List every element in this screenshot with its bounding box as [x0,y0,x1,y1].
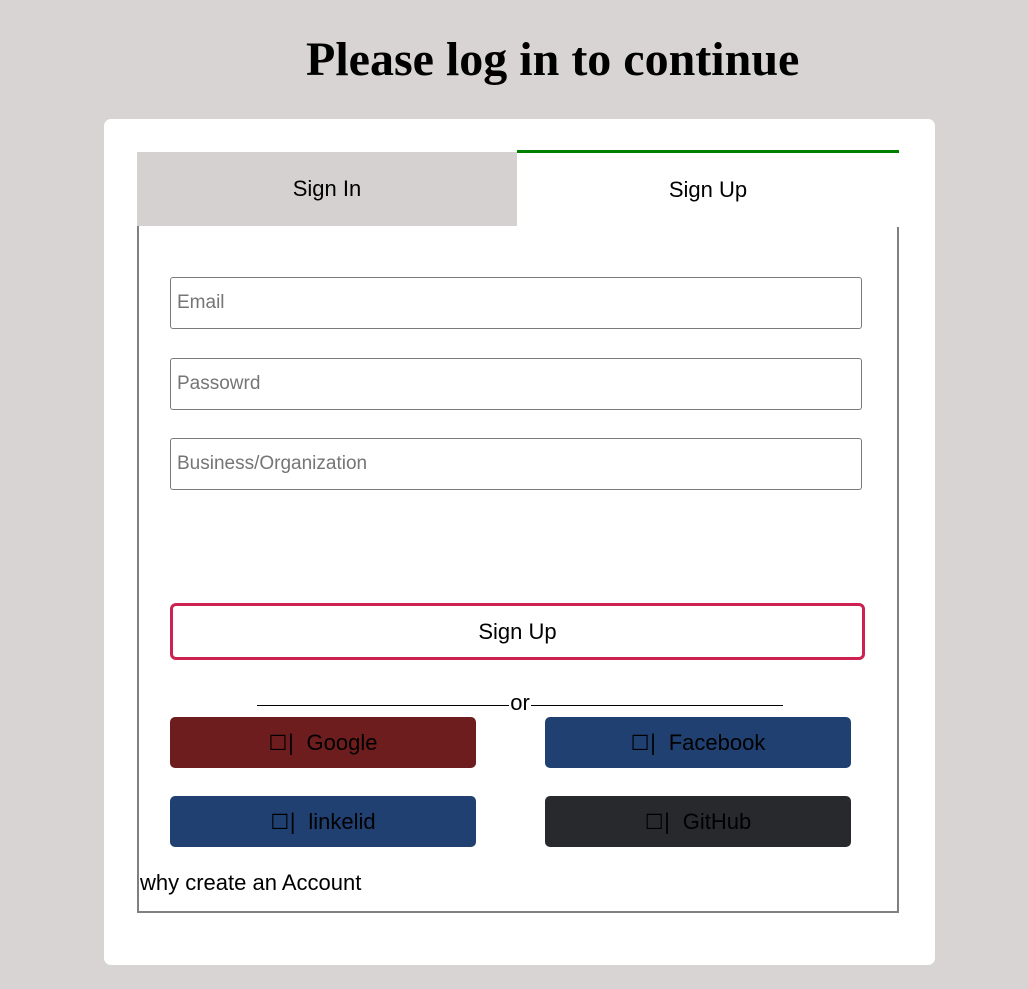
sign-up-button[interactable]: Sign Up [170,603,865,660]
divider-line-left [257,704,510,706]
email-field[interactable] [170,277,862,329]
github-icon: ☐| [644,809,671,834]
why-create-account-link[interactable]: why create an Account [140,870,361,896]
or-divider: or [257,690,783,716]
linkedin-icon: ☐| [270,809,297,834]
tab-sign-up[interactable]: Sign Up [517,150,899,227]
password-field[interactable] [170,358,862,410]
google-login-button[interactable]: ☐| Google [170,717,476,768]
divider-label: or [510,690,530,715]
github-login-button[interactable]: ☐| GitHub [545,796,851,847]
linkedin-login-label: linkelid [308,808,376,834]
google-login-label: Google [306,729,378,755]
tab-sign-in-label: Sign In [292,176,362,201]
tab-sign-in[interactable]: Sign In [137,152,517,226]
github-login-label: GitHub [682,808,752,834]
facebook-icon: ☐| [630,730,657,755]
google-icon: ☐| [268,730,295,755]
linkedin-login-button[interactable]: ☐| linkelid [170,796,476,847]
page-title: Please log in to continue [306,33,800,86]
divider-line-right [530,704,783,706]
facebook-login-label: Facebook [668,729,766,755]
organization-field[interactable] [170,438,862,490]
auth-panel: Sign In Sign Up Sign Up or ☐| Google ☐| … [137,150,899,913]
tab-sign-up-label: Sign Up [668,177,748,202]
facebook-login-button[interactable]: ☐| Facebook [545,717,851,768]
